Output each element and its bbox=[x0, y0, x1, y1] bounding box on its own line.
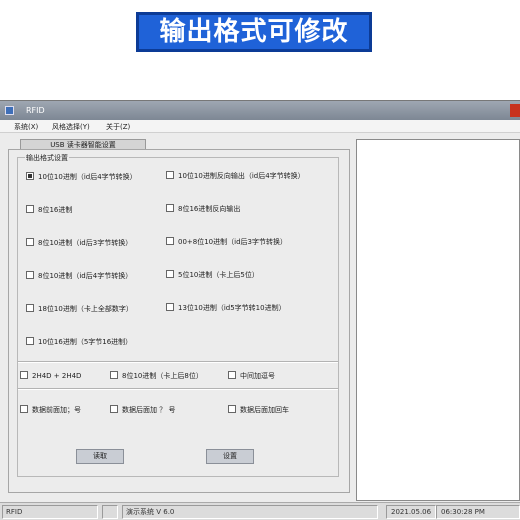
option-label: 8位10进制（卡上后8位） bbox=[122, 372, 203, 380]
close-icon[interactable] bbox=[510, 104, 520, 117]
checkbox[interactable] bbox=[20, 405, 28, 413]
checkbox[interactable] bbox=[166, 204, 174, 212]
option-label: 数据前面加；号 bbox=[32, 406, 81, 414]
settings-panel: 输出格式设置 10位10进制（id后4字节转换） 8位16进制 8位10进制（i… bbox=[8, 149, 350, 493]
option-label: 18位10进制（卡上全部数字） bbox=[38, 305, 133, 313]
output-format-group: 输出格式设置 10位10进制（id后4字节转换） 8位16进制 8位10进制（i… bbox=[17, 153, 339, 477]
option-10d-id4[interactable]: 10位10进制（id后4字节转换） bbox=[26, 172, 137, 182]
option-8h-reverse[interactable]: 8位16进制反向输出 bbox=[166, 204, 240, 214]
checkbox[interactable] bbox=[166, 237, 174, 245]
option-prefix-semicolon[interactable]: 数据前面加；号 bbox=[20, 405, 81, 415]
option-5d[interactable]: 5位10进制（卡上后5位） bbox=[166, 270, 259, 280]
checkbox[interactable] bbox=[26, 238, 34, 246]
checkbox[interactable] bbox=[20, 371, 28, 379]
checkbox[interactable] bbox=[26, 205, 34, 213]
option-10h[interactable]: 10位16进制（5字节16进制） bbox=[26, 337, 132, 347]
option-comma[interactable]: 中间加逗号 bbox=[228, 371, 275, 381]
option-2h4d[interactable]: 2H4D + 2H4D bbox=[20, 371, 81, 381]
checkbox[interactable] bbox=[26, 337, 34, 345]
option-label: 8位10进制（id后4字节转换） bbox=[38, 272, 133, 280]
option-13d[interactable]: 13位10进制（id5字节转10进制） bbox=[166, 303, 286, 313]
set-button[interactable]: 设置 bbox=[206, 449, 254, 464]
title-bar: RFID bbox=[0, 101, 520, 120]
status-empty bbox=[102, 505, 118, 519]
option-18d[interactable]: 18位10进制（卡上全部数字） bbox=[26, 304, 133, 314]
option-label: 10位10进制反向输出（id后4字节转换） bbox=[178, 172, 305, 180]
option-label: 00+8位10进制（id后3字节转换） bbox=[178, 238, 287, 246]
app-icon bbox=[5, 106, 14, 115]
status-bar: RFID 演示系统 V 6.0 2021.05.06 06:30:28 PM bbox=[0, 502, 520, 520]
option-label: 10位10进制（id后4字节转换） bbox=[38, 173, 137, 181]
checkbox[interactable] bbox=[26, 271, 34, 279]
option-label: 10位16进制（5字节16进制） bbox=[38, 338, 133, 346]
option-label: 2H4D + 2H4D bbox=[32, 372, 82, 380]
option-label: 8位16进制 bbox=[38, 206, 73, 214]
checkbox[interactable] bbox=[228, 371, 236, 379]
separator bbox=[18, 361, 338, 363]
menu-style[interactable]: 风格选择(Y) bbox=[52, 122, 90, 132]
checkbox[interactable] bbox=[110, 371, 118, 379]
checkbox[interactable] bbox=[166, 171, 174, 179]
checkbox[interactable] bbox=[166, 303, 174, 311]
checkbox[interactable] bbox=[110, 405, 118, 413]
separator bbox=[18, 388, 338, 390]
option-00-8d[interactable]: 00+8位10进制（id后3字节转换） bbox=[166, 237, 287, 247]
option-label: 中间加逗号 bbox=[240, 372, 275, 380]
status-time: 06:30:28 PM bbox=[436, 505, 520, 519]
menu-bar: 系统(X) 风格选择(Y) 关于(Z) bbox=[0, 120, 520, 133]
option-10d-reverse[interactable]: 10位10进制反向输出（id后4字节转换） bbox=[166, 171, 305, 181]
option-label: 8位10进制（id后3字节转换） bbox=[38, 239, 133, 247]
checkbox[interactable] bbox=[166, 270, 174, 278]
option-8h[interactable]: 8位16进制 bbox=[26, 205, 72, 215]
output-area[interactable] bbox=[356, 139, 520, 501]
option-label: 13位10进制（id5字节转10进制） bbox=[178, 304, 286, 312]
checkbox[interactable] bbox=[228, 405, 236, 413]
app-window: RFID 系统(X) 风格选择(Y) 关于(Z) USB 读卡器智能设置 输出格… bbox=[0, 100, 520, 520]
promo-banner: 输出格式可修改 bbox=[136, 12, 372, 52]
option-8d-id3[interactable]: 8位10进制（id后3字节转换） bbox=[26, 238, 132, 248]
option-label: 8位16进制反向输出 bbox=[178, 205, 241, 213]
read-button[interactable]: 读取 bbox=[76, 449, 124, 464]
checkbox[interactable] bbox=[26, 172, 34, 180]
menu-about[interactable]: 关于(Z) bbox=[106, 122, 130, 132]
option-label: 数据后面加 ？ 号 bbox=[122, 406, 176, 414]
checkbox[interactable] bbox=[26, 304, 34, 312]
option-8d-last8[interactable]: 8位10进制（卡上后8位） bbox=[110, 371, 203, 381]
group-title: 输出格式设置 bbox=[25, 153, 69, 163]
option-label: 5位10进制（卡上后5位） bbox=[178, 271, 259, 279]
status-app: RFID bbox=[2, 505, 98, 519]
option-8d-id4[interactable]: 8位10进制（id后4字节转换） bbox=[26, 271, 132, 281]
status-demo: 演示系统 V 6.0 bbox=[122, 505, 378, 519]
option-suffix-enter[interactable]: 数据后面加回车 bbox=[228, 405, 289, 415]
option-label: 数据后面加回车 bbox=[240, 406, 289, 414]
menu-system[interactable]: 系统(X) bbox=[14, 122, 38, 132]
window-title: RFID bbox=[26, 106, 45, 115]
option-suffix-question[interactable]: 数据后面加 ？ 号 bbox=[110, 405, 175, 415]
status-date: 2021.05.06 bbox=[386, 505, 436, 519]
